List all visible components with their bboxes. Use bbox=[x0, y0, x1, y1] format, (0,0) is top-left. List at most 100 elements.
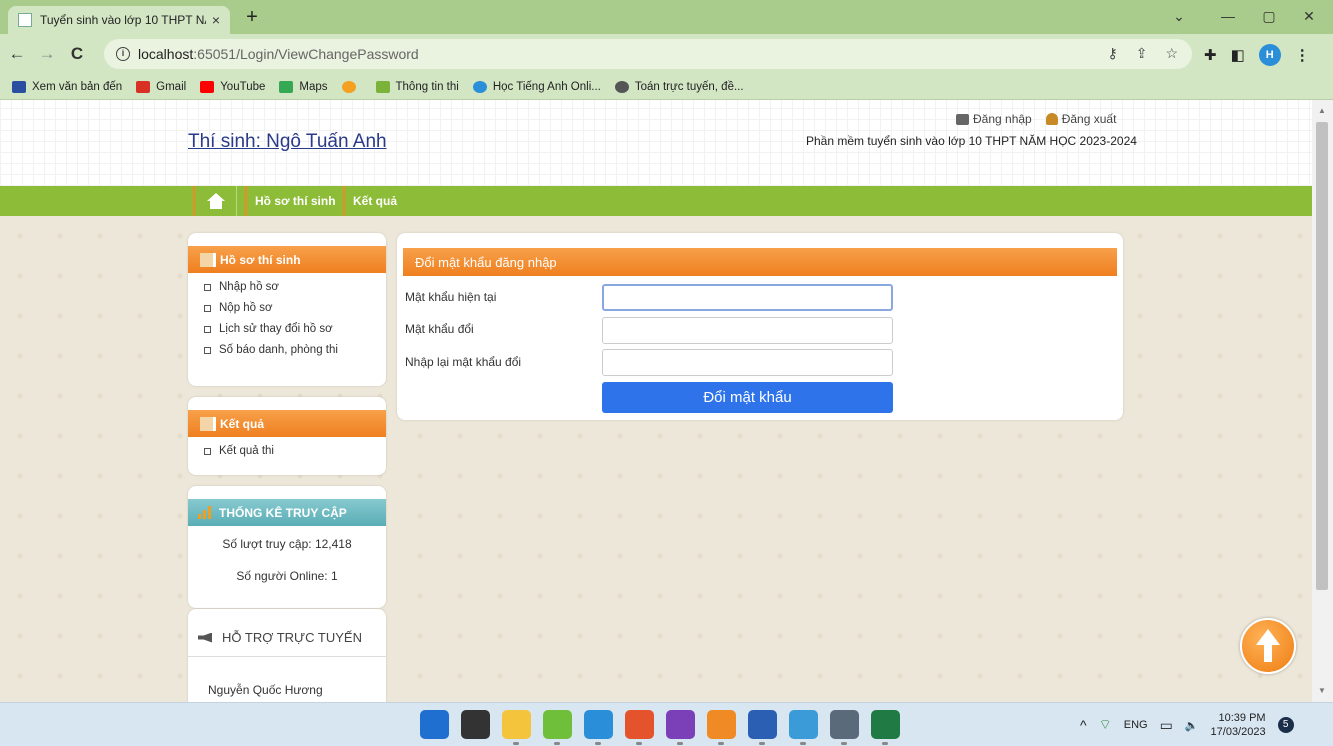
url-path: :65051/Login/ViewChangePassword bbox=[193, 46, 419, 62]
minimize-icon[interactable]: — bbox=[1214, 8, 1242, 24]
word-icon[interactable] bbox=[748, 710, 777, 745]
stats-title: THỐNG KÊ TRUY CẬP bbox=[219, 505, 347, 520]
volume-icon[interactable]: 🔈 bbox=[1185, 719, 1199, 732]
clock-date: 17/03/2023 bbox=[1210, 726, 1266, 738]
coccoc-icon[interactable] bbox=[543, 710, 572, 745]
bullet-square-icon bbox=[204, 284, 211, 291]
clock[interactable]: 10:39 PM 17/03/2023 bbox=[1211, 711, 1266, 739]
browser-toolbar: ← → C i localhost:65051/Login/ViewChange… bbox=[0, 34, 1333, 74]
paint-icon[interactable] bbox=[789, 710, 818, 745]
bar-chart-icon bbox=[198, 506, 211, 519]
share-icon[interactable]: ⇪ bbox=[1136, 45, 1148, 62]
tab-search-icon[interactable]: ⌄ bbox=[1165, 8, 1193, 25]
address-bar[interactable]: i localhost:65051/Login/ViewChangePasswo… bbox=[104, 39, 1192, 69]
side-panel-icon[interactable]: ◧ bbox=[1231, 46, 1245, 64]
scroll-up-icon[interactable]: ▲ bbox=[1318, 106, 1326, 115]
bookmark-gmail[interactable]: Gmail bbox=[136, 80, 187, 93]
sidebar-item-lich-su[interactable]: Lịch sử thay đổi hồ sơ bbox=[204, 319, 386, 340]
bookmark-star-icon[interactable]: ☆ bbox=[1165, 45, 1178, 62]
scroll-down-icon[interactable]: ▼ bbox=[1318, 686, 1326, 695]
sidebar-stats-box: THỐNG KÊ TRUY CẬP Số lượt truy cập: 12,4… bbox=[188, 486, 386, 608]
tray-chevron-icon[interactable]: ^ bbox=[1080, 717, 1087, 733]
sidebar-support-box: HỖ TRỢ TRỰC TUYẾN Nguyễn Quốc Hương bbox=[188, 609, 386, 702]
sidebar-item-ket-qua-thi[interactable]: Kết quả thi bbox=[204, 441, 386, 462]
forward-icon[interactable]: → bbox=[34, 44, 60, 64]
logout-link[interactable]: Đăng xuất bbox=[1045, 112, 1116, 126]
scroll-to-top-button[interactable] bbox=[1240, 618, 1296, 674]
bookmark-toan-truc-tuyen[interactable]: Toán trực tuyến, đề... bbox=[614, 80, 744, 93]
nav-home[interactable] bbox=[193, 186, 237, 216]
display-icon[interactable]: ▭ bbox=[1160, 717, 1173, 734]
page-favicon-icon bbox=[18, 13, 32, 27]
excel-icon[interactable] bbox=[871, 710, 900, 745]
sidebar-item-nhap-ho-so[interactable]: Nhập hồ sơ bbox=[204, 277, 386, 298]
bookmark-label: Toán trực tuyến, đề... bbox=[634, 80, 744, 93]
running-indicator bbox=[513, 742, 519, 745]
start-icon[interactable] bbox=[420, 710, 449, 739]
sidebar-profile-header: Hồ sơ thí sinh bbox=[188, 246, 386, 273]
sidebar-results-header: Kết quả bbox=[188, 410, 386, 437]
back-icon[interactable]: ← bbox=[4, 44, 30, 64]
visual-studio-icon[interactable] bbox=[666, 710, 695, 745]
network-icon[interactable]: ⌔ bbox=[1099, 716, 1112, 734]
bookmark-youtube[interactable]: YouTube bbox=[200, 80, 266, 93]
web-page: Thí sinh: Ngô Tuấn Anh Đăng nhập Đăng xu… bbox=[0, 100, 1333, 702]
nav-ket-qua[interactable]: Kết quả bbox=[343, 186, 405, 216]
browser-menu-icon[interactable]: ⋮ bbox=[1295, 46, 1310, 64]
running-indicator bbox=[595, 742, 601, 745]
nav-ho-so-thi-sinh[interactable]: Hồ sơ thí sinh bbox=[245, 186, 344, 216]
home-icon bbox=[206, 193, 225, 209]
extensions-icon[interactable]: ✚ bbox=[1204, 46, 1217, 64]
support-title: HỖ TRỢ TRỰC TUYẾN bbox=[222, 630, 362, 645]
bookmark-label: YouTube bbox=[220, 80, 266, 93]
login-link[interactable]: Đăng nhập bbox=[956, 112, 1032, 126]
window-close-icon[interactable]: ✕ bbox=[1295, 8, 1323, 25]
bookmark-favicon-icon bbox=[375, 80, 390, 93]
bookmark-maps[interactable]: Maps bbox=[279, 80, 328, 93]
book-icon bbox=[200, 252, 216, 267]
sidebar-item-nop-ho-so[interactable]: Nộp hồ sơ bbox=[204, 298, 386, 319]
new-tab-button[interactable]: + bbox=[240, 6, 264, 30]
new-password-label: Mật khẩu đổi bbox=[405, 322, 474, 336]
bookmark-thong-tin-thi[interactable]: Thông tin thi bbox=[375, 80, 459, 93]
lock-icon bbox=[956, 113, 969, 125]
confirm-password-input[interactable] bbox=[602, 349, 893, 376]
bookmark-label: Gmail bbox=[156, 80, 187, 93]
current-password-input[interactable] bbox=[602, 284, 893, 311]
sidebar-item-so-bao-danh[interactable]: Số báo danh, phòng thi bbox=[204, 340, 386, 361]
running-indicator bbox=[800, 742, 806, 745]
change-password-button[interactable]: Đổi mật khẩu bbox=[602, 382, 893, 413]
change-password-panel: Đổi mật khẩu đăng nhập Mật khẩu hiện tại… bbox=[397, 233, 1123, 420]
bookmark-favicon-icon bbox=[12, 80, 26, 93]
settings-icon[interactable] bbox=[830, 710, 859, 745]
new-password-input[interactable] bbox=[602, 317, 893, 344]
software-title: Phần mềm tuyển sinh vào lớp 10 THPT NĂM … bbox=[806, 134, 1137, 148]
browser-tab-strip: Tuyển sinh vào lớp 10 THPT NĂM × + ⌄ — ▢… bbox=[0, 0, 1333, 34]
candidate-name-link[interactable]: Thí sinh: Ngô Tuấn Anh bbox=[188, 131, 387, 153]
running-indicator bbox=[882, 742, 888, 745]
site-info-icon[interactable]: i bbox=[116, 47, 130, 61]
scroll-thumb[interactable] bbox=[1316, 122, 1328, 590]
firefox-icon[interactable] bbox=[625, 710, 654, 745]
restore-icon[interactable]: ▢ bbox=[1255, 8, 1283, 25]
file-explorer-icon[interactable] bbox=[502, 710, 531, 745]
chrome-icon[interactable] bbox=[584, 710, 613, 745]
bookmark-xem-van-ban[interactable]: Xem văn bản đến bbox=[12, 80, 122, 93]
bookmark-hoc-tieng-anh[interactable]: Học Tiếng Anh Onli... bbox=[472, 80, 601, 93]
bookmark-favicon-icon bbox=[614, 80, 629, 93]
sidebar-profile-box: Hồ sơ thí sinh Nhập hồ sơ Nộp hồ sơ Lịch… bbox=[188, 233, 386, 386]
windows-taskbar: ^ ⌔ ENG ▭ 🔈 10:39 PM 17/03/2023 5 bbox=[0, 702, 1333, 746]
reload-icon[interactable]: C bbox=[64, 44, 90, 64]
close-tab-icon[interactable]: × bbox=[212, 12, 220, 28]
bookmark-untitled[interactable] bbox=[341, 80, 362, 93]
browser-tab[interactable]: Tuyển sinh vào lớp 10 THPT NĂM × bbox=[8, 6, 230, 34]
bookmark-favicon-icon bbox=[341, 80, 356, 93]
profile-avatar[interactable]: H bbox=[1258, 44, 1281, 66]
task-view-icon[interactable] bbox=[461, 710, 490, 739]
page-scrollbar[interactable]: ▲ ▼ bbox=[1312, 100, 1333, 702]
sidebar-profile-title: Hồ sơ thí sinh bbox=[220, 252, 301, 267]
language-indicator[interactable]: ENG bbox=[1124, 719, 1148, 731]
password-key-icon[interactable]: ⚷ bbox=[1107, 45, 1117, 62]
foxit-icon[interactable] bbox=[707, 710, 736, 745]
notification-badge[interactable]: 5 bbox=[1277, 717, 1294, 733]
